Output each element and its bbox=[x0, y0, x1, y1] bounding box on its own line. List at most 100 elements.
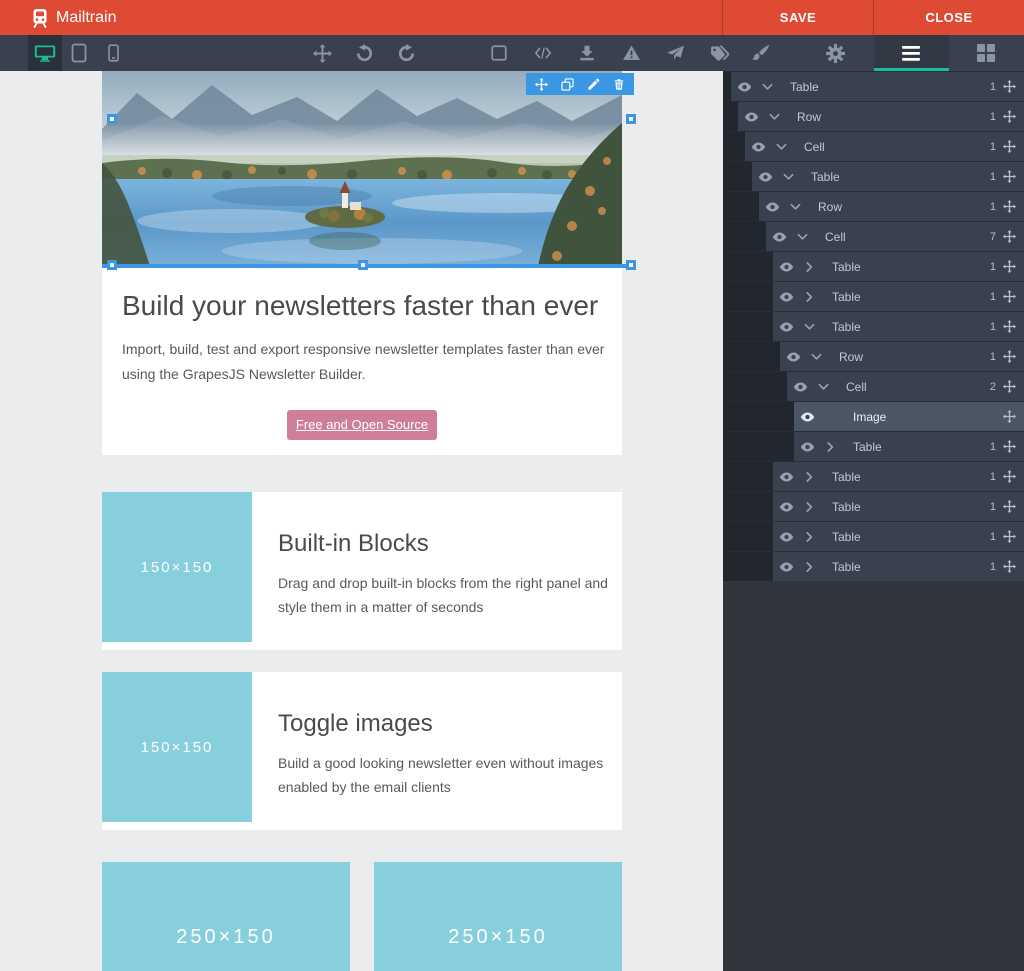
move-icon[interactable] bbox=[1003, 350, 1024, 363]
tab-settings[interactable] bbox=[798, 35, 873, 71]
eye-icon[interactable] bbox=[779, 561, 794, 573]
layer-row[interactable]: Table 1 bbox=[723, 71, 1024, 101]
resize-handle-bottom-left[interactable] bbox=[107, 260, 117, 270]
chevron-down-icon[interactable] bbox=[769, 113, 780, 121]
move-icon[interactable] bbox=[1003, 530, 1024, 543]
eye-icon[interactable] bbox=[772, 231, 787, 243]
move-icon[interactable] bbox=[1003, 170, 1024, 183]
chevron-down-icon[interactable] bbox=[804, 323, 815, 331]
hero-paragraph[interactable]: Import, build, test and export responsiv… bbox=[122, 337, 616, 386]
hero-text-block[interactable]: Build your newsletters faster than ever … bbox=[102, 266, 622, 455]
eye-icon[interactable] bbox=[793, 381, 808, 393]
layer-row[interactable]: Row 1 bbox=[723, 101, 1024, 131]
device-mobile-button[interactable] bbox=[96, 35, 130, 71]
tab-layers[interactable] bbox=[874, 35, 949, 71]
hero-heading[interactable]: Build your newsletters faster than ever bbox=[122, 290, 602, 322]
image-placeholder-150[interactable]: 150×150 bbox=[102, 672, 252, 822]
move-icon[interactable] bbox=[1003, 320, 1024, 333]
delete-trash-icon[interactable] bbox=[613, 78, 625, 91]
image-placeholder-250[interactable]: 250×150 bbox=[102, 862, 350, 971]
eye-icon[interactable] bbox=[800, 411, 815, 423]
eye-icon[interactable] bbox=[779, 531, 794, 543]
copy-icon[interactable] bbox=[561, 78, 574, 91]
move-icon[interactable] bbox=[1003, 440, 1024, 453]
chevron-down-icon[interactable] bbox=[806, 561, 814, 572]
layer-row[interactable]: Cell 1 bbox=[723, 131, 1024, 161]
move-icon[interactable] bbox=[1003, 110, 1024, 123]
chevron-down-icon[interactable] bbox=[790, 203, 801, 211]
layer-row[interactable]: Image bbox=[723, 401, 1024, 431]
redo-button[interactable] bbox=[389, 35, 423, 71]
eye-icon[interactable] bbox=[737, 81, 752, 93]
chevron-down-icon[interactable] bbox=[806, 471, 814, 482]
layer-row[interactable]: Table 1 bbox=[723, 251, 1024, 281]
feature-heading[interactable]: Built-in Blocks bbox=[278, 530, 628, 558]
resize-handle-right[interactable] bbox=[626, 114, 636, 124]
warning-button[interactable] bbox=[614, 35, 648, 71]
feature-paragraph[interactable]: Drag and drop built-in blocks from the r… bbox=[278, 572, 628, 620]
eye-icon[interactable] bbox=[765, 201, 780, 213]
feature-block[interactable]: 150×150 Built-in Blocks Drag and drop bu… bbox=[102, 492, 622, 650]
eye-icon[interactable] bbox=[779, 291, 794, 303]
move-icon[interactable] bbox=[1003, 500, 1024, 513]
undo-button[interactable] bbox=[347, 35, 381, 71]
chevron-down-icon[interactable] bbox=[806, 501, 814, 512]
move-icon[interactable] bbox=[1003, 380, 1024, 393]
eye-icon[interactable] bbox=[800, 441, 815, 453]
device-desktop-button[interactable] bbox=[28, 35, 62, 71]
resize-handle-left[interactable] bbox=[107, 114, 117, 124]
eye-icon[interactable] bbox=[758, 171, 773, 183]
import-button[interactable] bbox=[570, 35, 604, 71]
resize-handle-bottom-right[interactable] bbox=[626, 260, 636, 270]
chevron-down-icon[interactable] bbox=[806, 531, 814, 542]
chevron-down-icon[interactable] bbox=[811, 353, 822, 361]
device-tablet-button[interactable] bbox=[62, 35, 96, 71]
chevron-down-icon[interactable] bbox=[806, 261, 814, 272]
chevron-down-icon[interactable] bbox=[783, 173, 794, 181]
layer-row[interactable]: Cell 7 bbox=[723, 221, 1024, 251]
move-icon[interactable] bbox=[1003, 260, 1024, 273]
layer-row[interactable]: Table 1 bbox=[723, 311, 1024, 341]
image-placeholder-150[interactable]: 150×150 bbox=[102, 492, 252, 642]
layer-row[interactable]: Table 1 bbox=[723, 161, 1024, 191]
eye-icon[interactable] bbox=[786, 351, 801, 363]
eye-icon[interactable] bbox=[751, 141, 766, 153]
send-test-button[interactable] bbox=[658, 35, 692, 71]
layer-row[interactable]: Table 1 bbox=[723, 431, 1024, 461]
feature-block[interactable]: 150×150 Toggle images Build a good looki… bbox=[102, 672, 622, 830]
move-icon[interactable] bbox=[1003, 410, 1024, 423]
component-borders-button[interactable] bbox=[482, 35, 516, 71]
eye-icon[interactable] bbox=[779, 501, 794, 513]
chevron-down-icon[interactable] bbox=[818, 383, 829, 391]
edit-pencil-icon[interactable] bbox=[587, 78, 600, 91]
image-placeholder-250[interactable]: 250×150 bbox=[374, 862, 622, 971]
move-icon[interactable] bbox=[1003, 470, 1024, 483]
move-icon[interactable] bbox=[1003, 230, 1024, 243]
layer-row[interactable]: Table 1 bbox=[723, 281, 1024, 311]
chevron-down-icon[interactable] bbox=[797, 233, 808, 241]
resize-handle-bottom[interactable] bbox=[358, 260, 368, 270]
save-button[interactable]: SAVE bbox=[722, 0, 873, 35]
selected-hero-image[interactable] bbox=[102, 71, 622, 266]
layer-row[interactable]: Table 1 bbox=[723, 461, 1024, 491]
feature-heading[interactable]: Toggle images bbox=[278, 710, 628, 738]
eye-icon[interactable] bbox=[779, 261, 794, 273]
layer-row[interactable]: Row 1 bbox=[723, 191, 1024, 221]
move-icon[interactable] bbox=[1003, 290, 1024, 303]
layer-row[interactable]: Table 1 bbox=[723, 551, 1024, 581]
chevron-down-icon[interactable] bbox=[827, 441, 835, 452]
eye-icon[interactable] bbox=[779, 471, 794, 483]
layer-row[interactable]: Table 1 bbox=[723, 491, 1024, 521]
move-icon[interactable] bbox=[1003, 140, 1024, 153]
feature-paragraph[interactable]: Build a good looking newsletter even wit… bbox=[278, 752, 628, 800]
move-icon[interactable] bbox=[535, 78, 548, 91]
chevron-down-icon[interactable] bbox=[776, 143, 787, 151]
move-icon[interactable] bbox=[1003, 80, 1024, 93]
move-tool-button[interactable] bbox=[305, 35, 339, 71]
tab-style-manager[interactable] bbox=[723, 35, 798, 71]
chevron-down-icon[interactable] bbox=[806, 291, 814, 302]
free-open-source-button[interactable]: Free and Open Source bbox=[287, 410, 437, 440]
chevron-down-icon[interactable] bbox=[762, 83, 773, 91]
layer-row[interactable]: Table 1 bbox=[723, 521, 1024, 551]
move-icon[interactable] bbox=[1003, 560, 1024, 573]
